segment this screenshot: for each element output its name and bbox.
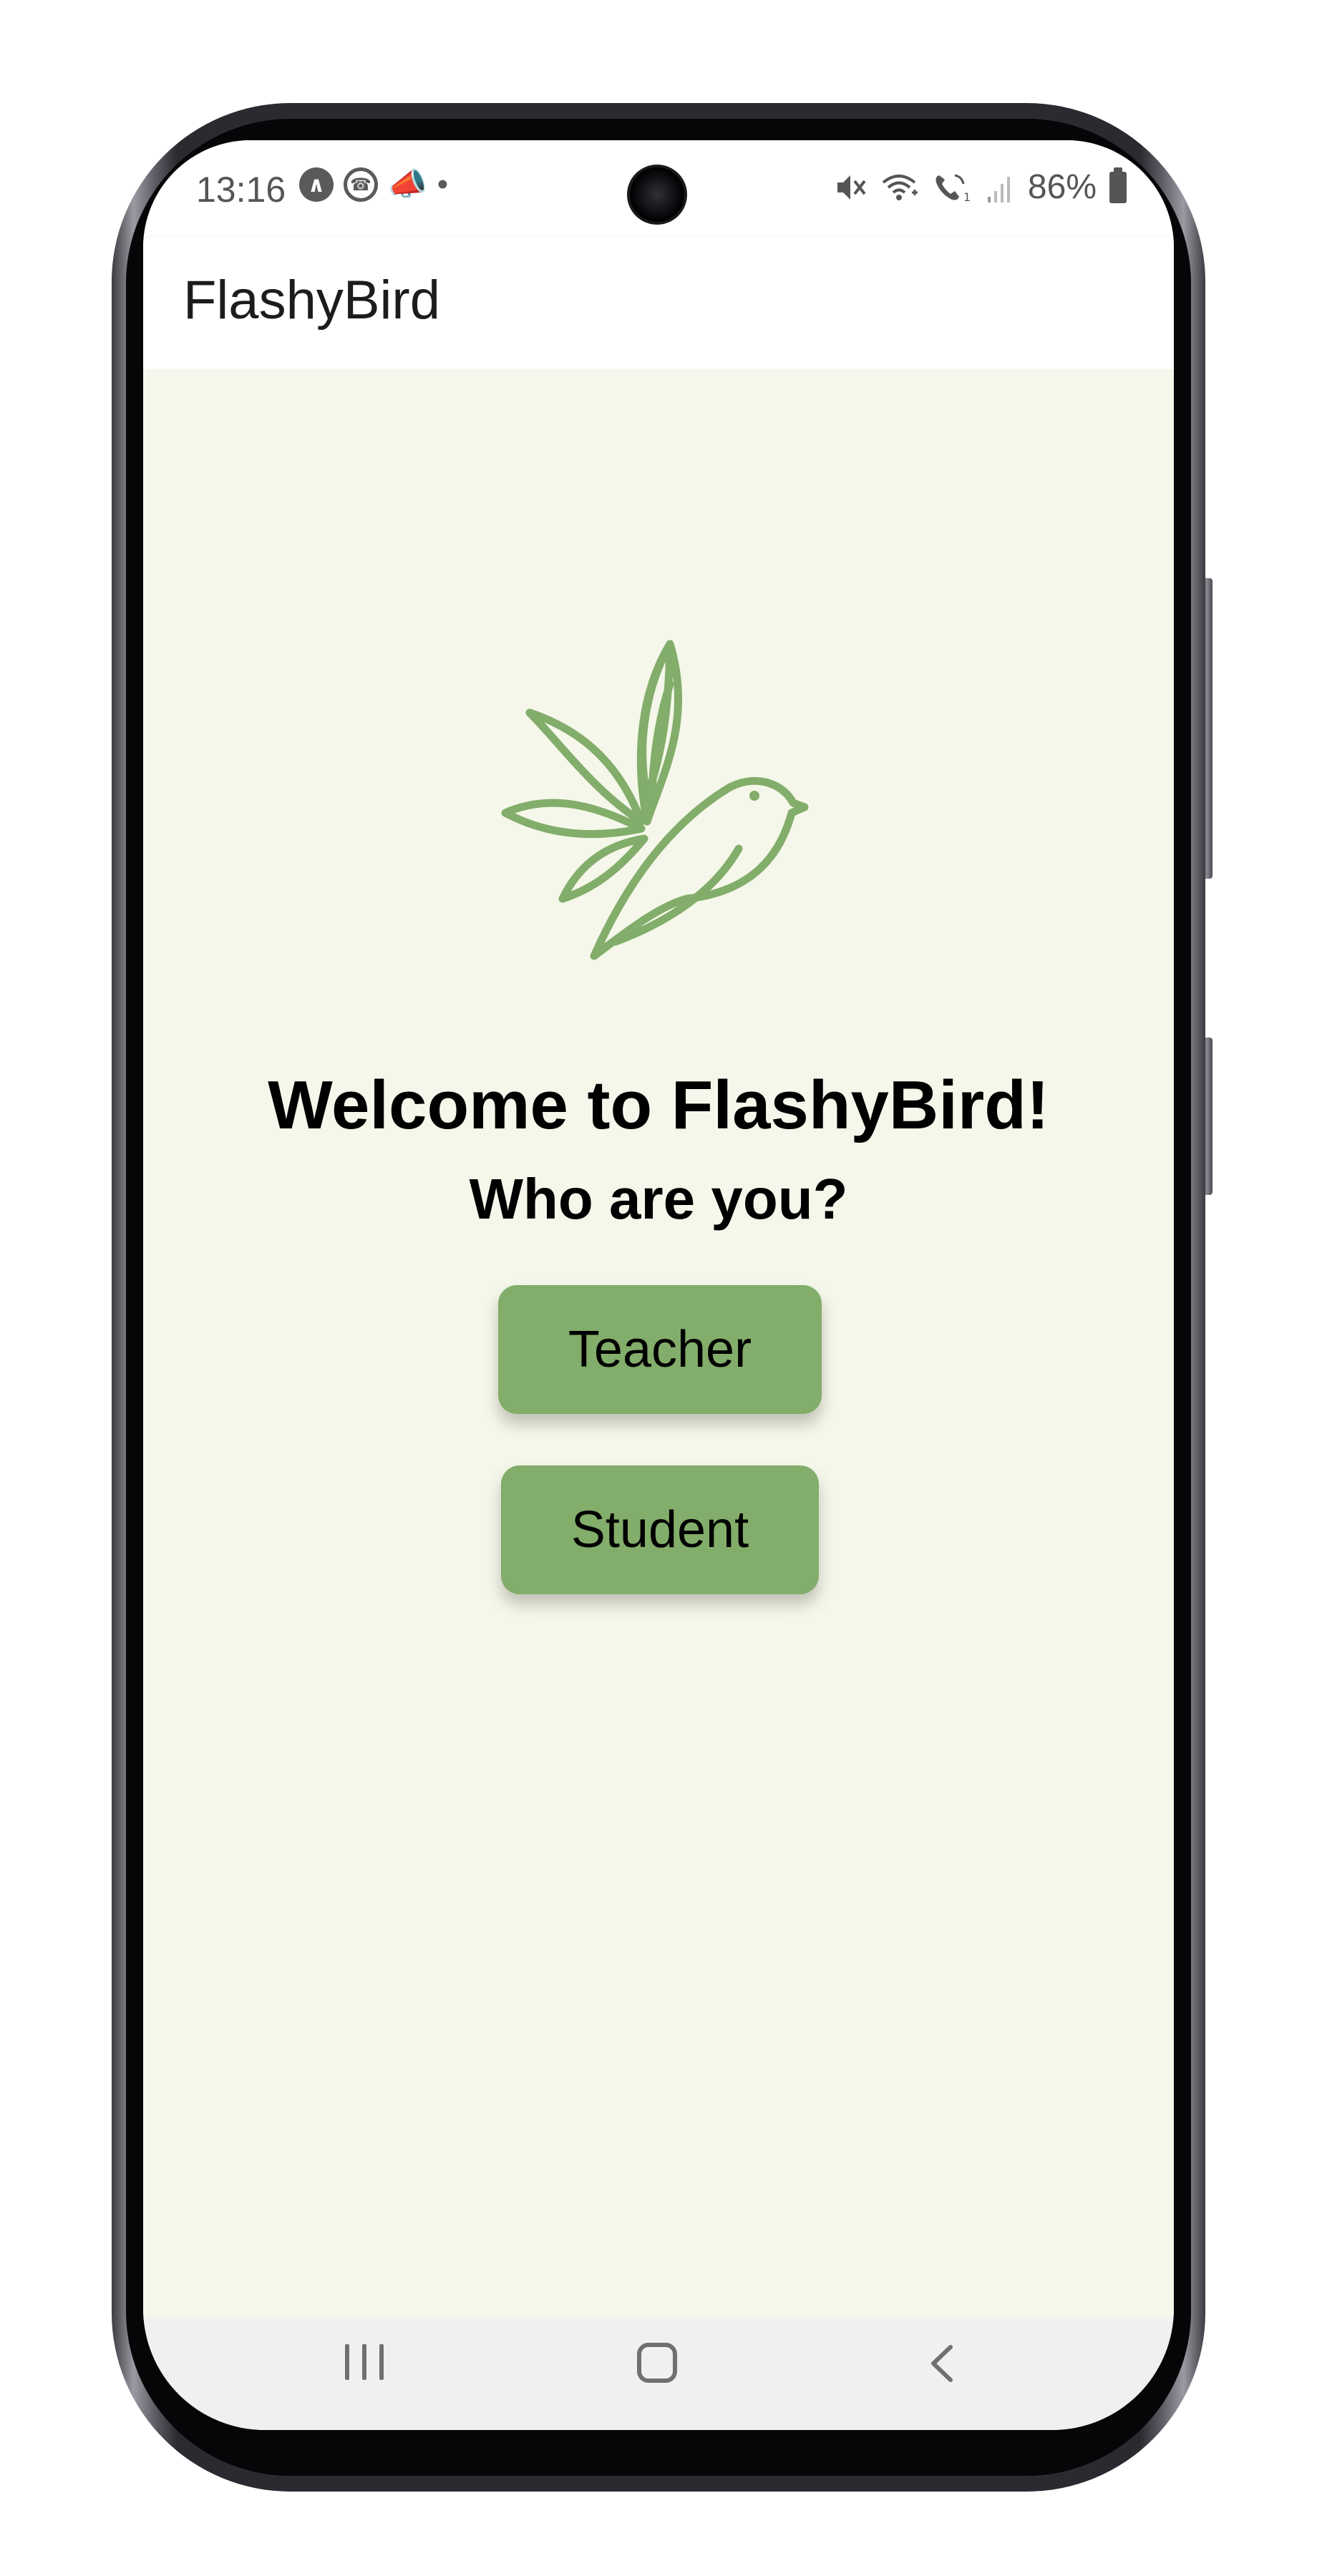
wifi-call-icon [882,174,918,200]
battery-icon [1109,167,1127,203]
mute-icon [837,175,866,200]
battery-percentage: 86% [1027,168,1097,206]
volte-call-icon: 1 [935,174,971,204]
front-camera [627,165,687,225]
student-button[interactable]: Student [501,1465,819,1594]
system-icons: 1 86% [835,167,1127,207]
recents-icon-bar [362,2344,366,2380]
dot-icon: • [437,167,449,202]
app-bar: FlashyBird [143,238,1174,369]
recents-button[interactable] [345,2344,384,2380]
back-button[interactable] [928,2344,956,2383]
role-question: Who are you? [469,1167,848,1231]
svg-text:1: 1 [963,190,971,204]
status-bar: 13:16 ∧ ☎ 📣 • 1 86% [143,140,1174,238]
welcome-heading: Welcome to FlashyBird! [268,1067,1049,1143]
home-button[interactable] [637,2343,677,2383]
recents-icon-bar [379,2344,384,2380]
phone-screen: 13:16 ∧ ☎ 📣 • 1 86% FlashyBird Welcome t… [143,140,1174,2430]
flashybird-logo-icon [501,640,809,960]
megaphone-icon: 📣 [388,167,427,202]
navigation-bar [143,2317,1174,2430]
signal-icon [987,176,1010,203]
status-time: 13:16 [196,170,286,210]
teacher-button[interactable]: Teacher [498,1285,822,1414]
recents-icon-bar [345,2344,349,2380]
android-auto-icon: ∧ [299,167,334,202]
whatsapp-icon: ☎ [344,167,378,202]
notification-icons: ∧ ☎ 📣 • [299,167,448,202]
app-title: FlashyBird [183,270,440,331]
main-content: Welcome to FlashyBird! Who are you? Teac… [143,369,1174,2317]
